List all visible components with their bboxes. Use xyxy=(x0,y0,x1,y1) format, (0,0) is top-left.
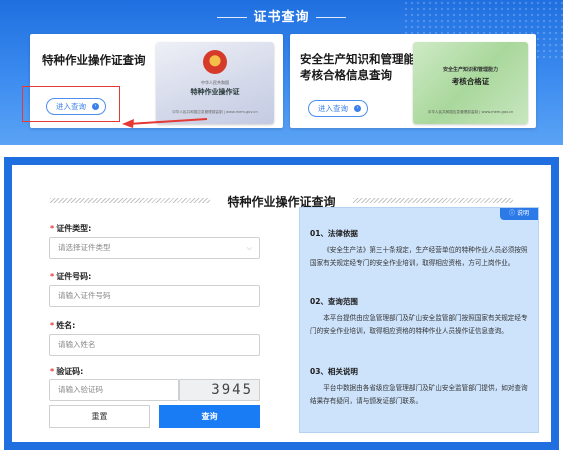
captcha-label: * 验证码: xyxy=(50,367,84,376)
cert-number-input[interactable]: 请输入证件号码 xyxy=(49,285,260,307)
section-title: 01、法律依据 xyxy=(310,229,358,238)
cert-type-select[interactable]: 请选择证件类型 ⌵ xyxy=(49,237,260,259)
section-text: 本平台提供由应急管理部门及矿山安全监管部门按照国家有关规定经专门的安全作业培训，… xyxy=(310,314,528,335)
banner-title: 证书查询 xyxy=(0,6,563,25)
query-form-panel: 特种作业操作证查询 * 证件类型: 请选择证件类型 ⌵ * 证件号码: 请输入证件号… xyxy=(4,157,559,450)
section-title: 03、相关说明 xyxy=(310,367,358,376)
national-emblem-icon xyxy=(203,50,227,74)
certificate-query-banner: 证书查询 特种作业操作证查询 进入查询 › 安全生产知识和管理能力考核合格信息查… xyxy=(0,0,563,145)
special-operation-certificate-image: 中华人民共和国 特种作业操作证 中华人民共和国应急管理部监制 | www.mem… xyxy=(156,42,274,124)
captcha-input[interactable]: 请输入验证码 xyxy=(49,379,179,401)
instructions-box: ⓘ 说明 01、法律依据 《安全生产法》第三十条规定，生产经营单位的特种作业人员… xyxy=(299,207,539,433)
red-highlight-box xyxy=(22,86,120,122)
notice-tag: ⓘ 说明 xyxy=(500,208,538,220)
arrow-right-icon: › xyxy=(354,105,361,112)
card-title: 安全生产知识和管理能力考核合格信息查询 xyxy=(300,52,427,82)
cert-number-label: * 证件号码: xyxy=(50,272,92,281)
qualification-certificate-image: 安全生产知识和管理能力 考核合格证 中华人民共和国应急管理部监制 | www.m… xyxy=(413,42,528,124)
section-title: 02、查询范围 xyxy=(310,297,358,306)
chevron-down-icon: ⌵ xyxy=(246,244,252,252)
reset-button[interactable]: 重置 xyxy=(49,405,150,428)
name-label: * 姓名: xyxy=(50,321,76,330)
card-title: 特种作业操作证查询 xyxy=(42,53,146,67)
name-input[interactable]: 请输入姓名 xyxy=(49,334,260,356)
captcha-image[interactable]: 3945 xyxy=(179,379,260,401)
query-button[interactable]: 查询 xyxy=(159,405,260,428)
section-text: 《安全生产法》第三十条规定，生产经营单位的特种作业人员必须按照国家有关规定经专门… xyxy=(310,246,528,267)
section-text: 平台中数据由各省级应急管理部门及矿山安全监管部门提供，如对查询结果存有疑问，请与… xyxy=(310,384,528,405)
cert-type-label: * 证件类型: xyxy=(50,224,92,233)
enter-query-button[interactable]: 进入查询 › xyxy=(308,100,368,117)
